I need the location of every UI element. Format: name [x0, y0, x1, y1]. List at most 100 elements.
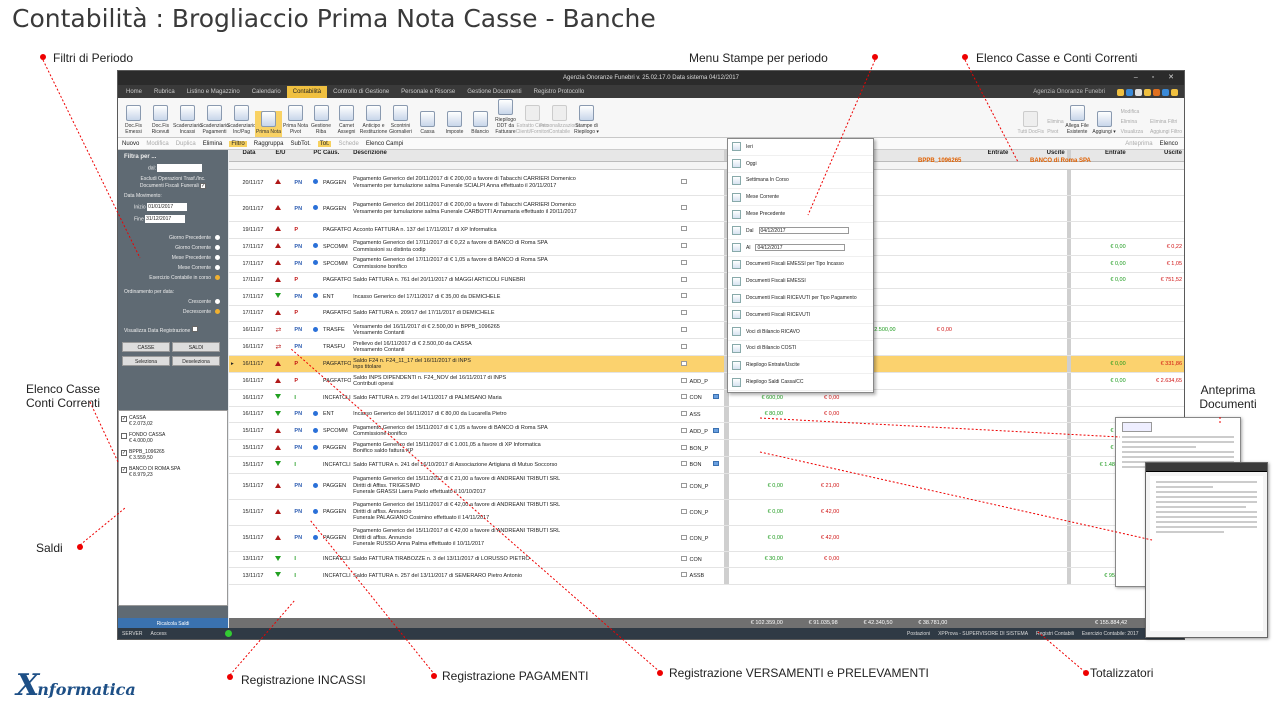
doc-icon[interactable]: [680, 555, 687, 561]
ribbon-cassa-button[interactable]: Cassa: [414, 111, 441, 137]
radio-icon[interactable]: [215, 275, 220, 281]
menu-item-documenti-fiscali-ricevuti-per-tipo-pagamento[interactable]: Documenti Fiscali RICEVUTI per Tipo Paga…: [728, 290, 873, 307]
table-row[interactable]: 19/11/17 P PAGFATFOI Acconto FATTURA n. 137…: [229, 222, 1184, 239]
toolbar-tot-button[interactable]: Tot.: [317, 140, 332, 147]
toolbar-mini-icon[interactable]: [1153, 88, 1160, 96]
menu-item-mese-corrente[interactable]: Mese Corrente: [728, 189, 873, 207]
menu-item-settimana-in-corso[interactable]: Settimana In Corso: [728, 173, 873, 190]
table-row[interactable]: 16/11/17 I INCFATCLI Saldo FATTURA n. 279 d…: [229, 390, 1184, 407]
toolbar-elenco-campi-button[interactable]: Elenco Campi: [366, 141, 403, 147]
toolbar-mini-icon[interactable]: [1162, 88, 1169, 96]
table-row[interactable]: 15/11/17 PN PAGGEN Pagamento Generico del 1…: [229, 525, 1184, 552]
visualizza-checkbox[interactable]: [191, 326, 198, 332]
doc-icon[interactable]: [680, 377, 687, 383]
radio-icon[interactable]: [215, 265, 220, 271]
ribbon-anticipo-e-restituzione-button[interactable]: Anticipo e Restituzione: [360, 105, 387, 137]
doc-icon[interactable]: [680, 394, 687, 400]
ribbon-small-aggiungi-filtro[interactable]: Aggiungi Filtro: [1147, 127, 1182, 137]
attachment-icon[interactable]: [712, 427, 719, 433]
doc-icon[interactable]: [680, 427, 687, 433]
col-entrate-1[interactable]: Entrate: [954, 150, 1010, 161]
saldi-button[interactable]: SALDI: [172, 342, 220, 352]
toolbar-mini-icon[interactable]: [1144, 88, 1151, 96]
doc-icon[interactable]: [680, 461, 687, 467]
ribbon-small-elimina-filtri[interactable]: Elimina Filtri: [1147, 117, 1182, 127]
menu-item-riepilogo-saldi-cassa-cc[interactable]: Riepilogo Saldi Cassa/CC: [728, 374, 873, 391]
tab-contabilit[interactable]: Contabilità: [286, 86, 328, 98]
table-row[interactable]: 20/11/17 PN PAGGEN Pagamento Generico del 2…: [229, 170, 1184, 196]
account-item[interactable]: ✓ BPPB_1096265 € 3.559,50: [121, 449, 225, 461]
period-option[interactable]: Giorno Precedente: [118, 233, 228, 243]
table-row[interactable]: ▸ 16/11/17 P PAGFATFOI Saldo F24 n. F24_11_1…: [229, 356, 1184, 373]
doc-icon[interactable]: [680, 260, 687, 265]
tab-registro-protocollo[interactable]: Registro Protocollo: [528, 86, 591, 98]
ribbon-scontrini-giornalieri-button[interactable]: Scontrini Giornalieri: [387, 105, 414, 137]
table-row[interactable]: 16/11/17 PN ENT Incasso Generico del 16/11/…: [229, 406, 1184, 423]
ribbon-aggiungi-button[interactable]: Aggiungi ▾: [1091, 111, 1118, 137]
menu-item-mese-precedente[interactable]: Mese Precedente: [728, 206, 873, 223]
table-row[interactable]: 16/11/17 ⇄ PN TRASFE Versamento del 16/11/20…: [229, 322, 1184, 339]
status-esercizio-contabile-2017[interactable]: Esercizio Contabile: 2017: [1082, 631, 1139, 637]
period-option[interactable]: Esercizio Contabile in corso: [118, 273, 228, 283]
table-row[interactable]: 17/11/17 PN ENT Incasso Generico del 17/11/…: [229, 289, 1184, 306]
period-option[interactable]: Mese Precedente: [118, 253, 228, 263]
col-eu[interactable]: E/U: [273, 150, 292, 161]
order-option[interactable]: Crescente: [118, 297, 228, 307]
inizio-input[interactable]: 01/01/2017: [147, 203, 188, 211]
ribbon-small-modifica[interactable]: Modifica: [1118, 107, 1143, 117]
tab-rubrica[interactable]: Rubrica: [148, 86, 181, 98]
escludi-checkbox[interactable]: ✓: [200, 183, 207, 189]
radio-icon[interactable]: [215, 299, 220, 305]
account-checkbox[interactable]: ✓: [121, 467, 127, 473]
account-checkbox[interactable]: [121, 433, 127, 439]
ribbon-prima-nota-button[interactable]: Prima Nota: [255, 111, 282, 137]
toolbar-raggruppa-button[interactable]: Raggruppa: [254, 141, 284, 147]
menu-item-al[interactable]: Al 04/12/2017: [728, 240, 873, 257]
table-row[interactable]: 17/11/17 PN SPCOMM Pagamento Generico del 1…: [229, 255, 1184, 273]
account-checkbox[interactable]: ✓: [121, 416, 127, 422]
ribbon-tutti-docfis-button[interactable]: Tutti DocFis: [1017, 111, 1044, 137]
toolbar-elimina-button[interactable]: Elimina: [203, 141, 223, 147]
toolbar-anteprima-button[interactable]: Anteprima: [1125, 141, 1152, 147]
menu-item-voci-di-bilancio-ricavo[interactable]: Voci di Bilancio RICAVO: [728, 324, 873, 341]
toolbar-schede-button[interactable]: Schede: [338, 141, 358, 147]
table-row[interactable]: 15/11/17 PN PAGGEN Pagamento Generico del 1…: [229, 440, 1184, 457]
doc-icon[interactable]: [680, 410, 687, 416]
ribbon-imposte-button[interactable]: Imposte: [441, 111, 468, 137]
table-row[interactable]: 15/11/17 I INCFATCLI Saldo FATTURA n. 241 d…: [229, 457, 1184, 474]
radio-icon[interactable]: [215, 255, 220, 261]
tab-personale-e-risorse[interactable]: Personale e Risorse: [395, 86, 461, 98]
col-caus[interactable]: Caus.: [321, 150, 351, 161]
ribbon-allega-file-esistente-button[interactable]: Allega File Esistente: [1064, 105, 1091, 137]
account-item[interactable]: FONDO CASSA € 4.000,00: [121, 432, 225, 444]
toolbar-nuovo-button[interactable]: Nuovo: [122, 141, 139, 147]
casse-button[interactable]: CASSE: [122, 342, 170, 352]
toolbar-filtro-button[interactable]: Filtro: [229, 140, 247, 147]
ribbon-small-visualizza[interactable]: Visualizza: [1118, 127, 1143, 137]
menu-item-dal[interactable]: Dal 04/12/2017: [728, 223, 873, 240]
toolbar-mini-icon[interactable]: [1126, 88, 1133, 96]
account-item[interactable]: ✓ BANCO DI ROMA SPA € 8.979,23: [121, 466, 225, 478]
ribbon-prima-nota-pivot-button[interactable]: Prima Nota Pivot: [282, 105, 309, 137]
radio-icon[interactable]: [215, 245, 220, 251]
menu-item-documenti-fiscali-emessi-per-tipo-incasso[interactable]: Documenti Fiscali EMESSI per Tipo Incass…: [728, 257, 873, 274]
menu-item-riepilogo-entrate-uscite[interactable]: Riepilogo Entrate/Uscite: [728, 357, 873, 375]
status-access[interactable]: Access: [150, 631, 166, 637]
ribbon-doc-fis-ricevuti-button[interactable]: Doc.Fis Ricevuti: [147, 105, 174, 137]
ribbon-small-pivot[interactable]: Pivot: [1044, 127, 1063, 137]
toolbar-duplica-button[interactable]: Duplica: [176, 141, 196, 147]
col-data[interactable]: Data: [240, 150, 273, 161]
menu-item-voci-di-bilancio-costi[interactable]: Voci di Bilancio COSTI: [728, 341, 873, 358]
table-row[interactable]: 15/11/17 PN PAGGEN Pagamento Generico del 1…: [229, 473, 1184, 500]
menu-date-input[interactable]: 04/12/2017: [758, 227, 849, 235]
menu-item-documenti-fiscali-emessi[interactable]: Documenti Fiscali EMESSI: [728, 273, 873, 291]
doc-icon[interactable]: [680, 243, 687, 248]
status-postazioni[interactable]: Postazioni: [907, 631, 930, 637]
toolbar-mini-icon[interactable]: [1117, 88, 1124, 96]
ribbon-small-elimina[interactable]: Elimina: [1044, 117, 1063, 127]
doc-icon[interactable]: [680, 508, 687, 514]
toolbar-elenco-button[interactable]: Elenco: [1160, 141, 1178, 147]
table-row[interactable]: 15/11/17 PN PAGGEN Pagamento Generico del 1…: [229, 499, 1184, 526]
col-descrizione[interactable]: Descrizione: [351, 150, 678, 161]
tab-home[interactable]: Home: [120, 86, 148, 98]
